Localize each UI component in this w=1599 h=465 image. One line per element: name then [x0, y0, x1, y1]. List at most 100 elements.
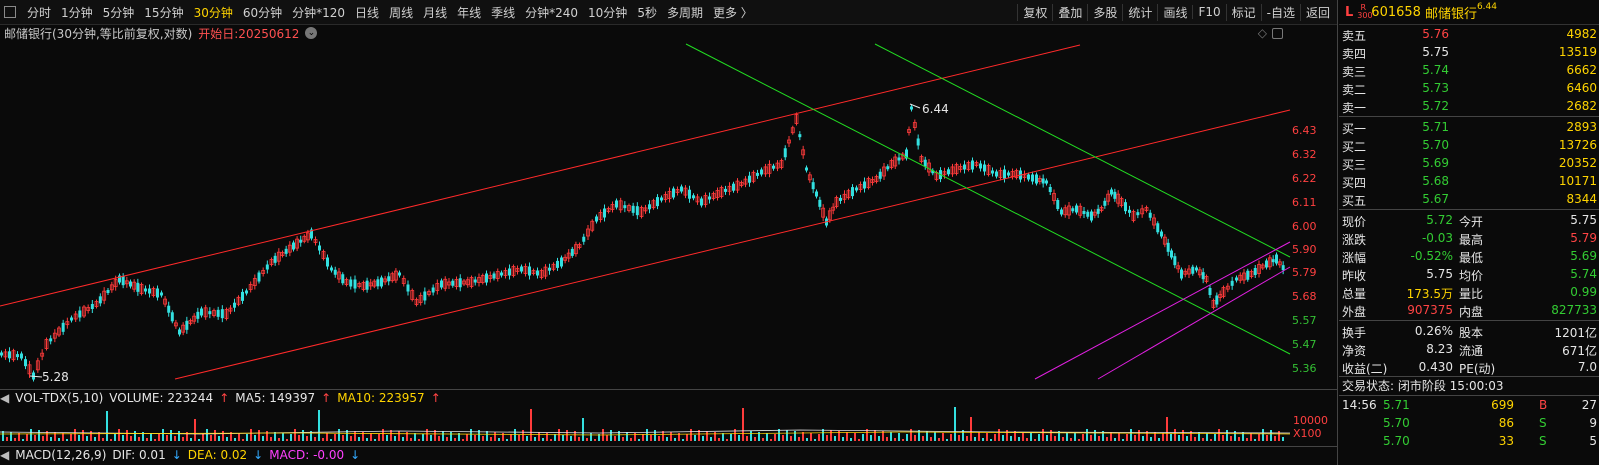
- stat-label: 量比: [1459, 287, 1484, 301]
- order-book-row[interactable]: 卖二 5.73 6460: [1339, 79, 1599, 97]
- volume-bar: [126, 430, 128, 441]
- period-tab[interactable]: 多周期: [662, 4, 708, 21]
- period-tab[interactable]: 5分钟: [98, 4, 140, 21]
- candle-body: [548, 267, 551, 271]
- volume-bar: [810, 433, 812, 441]
- volume-bar: [74, 429, 76, 441]
- period-tab[interactable]: 年线: [452, 4, 486, 21]
- macd-indicator-name[interactable]: MACD(12,26,9): [15, 448, 112, 462]
- candle-body: [798, 134, 802, 138]
- period-tab[interactable]: 季线: [486, 4, 520, 21]
- tool-button[interactable]: -自选: [1260, 3, 1300, 21]
- order-book-row[interactable]: 买三 5.69 20352: [1339, 154, 1599, 172]
- tool-button[interactable]: 返回: [1299, 3, 1335, 21]
- volume-bar: [482, 436, 484, 441]
- period-tab[interactable]: 分钟*120: [287, 4, 350, 21]
- stat-row: 总量 173.5万 量比 0.99: [1339, 283, 1599, 301]
- volume-bar: [814, 439, 816, 441]
- order-book-row[interactable]: 买二 5.70 13726: [1339, 136, 1599, 154]
- stat-value: 5.69: [1570, 249, 1597, 263]
- order-book-row[interactable]: 卖四 5.75 13519: [1339, 43, 1599, 61]
- volume-bar: [870, 435, 872, 441]
- volume-bar: [194, 419, 196, 441]
- volume-bar: [794, 431, 796, 441]
- candle-body: [0, 352, 3, 356]
- toggle-checkbox[interactable]: [4, 6, 16, 18]
- candle-body: [160, 292, 163, 296]
- volume-bar: [1134, 435, 1136, 441]
- tool-button[interactable]: 多股: [1087, 3, 1122, 21]
- tool-button[interactable]: 复权: [1017, 3, 1052, 21]
- volume-bar: [258, 430, 260, 441]
- volume-bar: [150, 433, 152, 441]
- volume-bar: [62, 433, 64, 441]
- volume-bar: [102, 438, 104, 441]
- level-price: 5.71: [1422, 120, 1449, 134]
- candle-body: [423, 291, 427, 301]
- volume-bar: [94, 437, 96, 441]
- dea-value: DEA: 0.02: [187, 448, 248, 462]
- volume-bar: [726, 439, 728, 441]
- period-tab[interactable]: 更多 〉: [708, 4, 758, 21]
- volume-bar: [306, 436, 308, 441]
- volume-bar: [430, 435, 432, 441]
- candle-body: [1056, 200, 1060, 209]
- level-price: 5.68: [1422, 174, 1449, 188]
- level-label: 买二: [1342, 140, 1367, 154]
- volume-bar: [1254, 439, 1256, 441]
- volume-unit: X100: [1293, 427, 1322, 440]
- period-tab[interactable]: 30分钟: [189, 4, 238, 21]
- volume-bar: [90, 431, 92, 441]
- dropdown-icon[interactable]: ◀: [0, 448, 15, 462]
- volume-bar: [570, 436, 572, 441]
- stat-label: 净资: [1342, 344, 1367, 358]
- period-tab[interactable]: 10分钟: [583, 4, 632, 21]
- volume-bar: [746, 436, 748, 441]
- order-book-row[interactable]: 买五 5.67 8344: [1339, 190, 1599, 208]
- volume-bar: [626, 432, 628, 441]
- volume-bar: [690, 429, 692, 441]
- level-price: 5.76: [1422, 27, 1449, 41]
- tool-button[interactable]: 画线: [1157, 3, 1192, 21]
- order-book-row[interactable]: 卖三 5.74 6662: [1339, 61, 1599, 79]
- period-tab[interactable]: 5秒: [632, 4, 662, 21]
- period-tab[interactable]: 分钟*240: [520, 4, 583, 21]
- volume-indicator-name[interactable]: VOL-TDX(5,10): [15, 391, 109, 405]
- order-book-row[interactable]: 卖一 5.72 2682: [1339, 97, 1599, 115]
- candle-body: [508, 268, 511, 276]
- volume-bar: [22, 439, 24, 441]
- tool-button[interactable]: 统计: [1122, 3, 1157, 21]
- candle-body: [1035, 174, 1038, 184]
- tool-button[interactable]: F10: [1192, 5, 1225, 19]
- period-tab[interactable]: 日线: [350, 4, 384, 21]
- dropdown-icon[interactable]: ◀: [0, 391, 15, 405]
- period-tab[interactable]: 15分钟: [139, 4, 188, 21]
- candle-body: [1201, 272, 1205, 280]
- order-book-row[interactable]: 买一 5.71 2893: [1339, 118, 1599, 136]
- volume-bar: [122, 435, 124, 441]
- tool-button[interactable]: 叠加: [1052, 3, 1087, 21]
- period-tab[interactable]: 60分钟: [238, 4, 287, 21]
- order-book-row[interactable]: 卖五 5.76 4982: [1339, 25, 1599, 43]
- volume-bar: [50, 437, 52, 441]
- period-tab[interactable]: 周线: [384, 4, 418, 21]
- candle-body: [265, 264, 269, 270]
- period-tab[interactable]: 1分钟: [56, 4, 98, 21]
- volume-bar: [470, 429, 472, 441]
- period-tab[interactable]: 分时: [22, 4, 56, 21]
- volume-bar: [374, 439, 376, 441]
- volume-bar: [394, 436, 396, 441]
- volume-bar: [778, 429, 780, 441]
- volume-bar: [1106, 437, 1108, 441]
- volume-bar: [874, 430, 876, 441]
- volume-bar: [214, 430, 216, 441]
- period-tab[interactable]: 月线: [418, 4, 452, 21]
- tool-buttons: 复权 叠加 多股 统计 画线 F10 标记 -自选 返回: [1017, 0, 1335, 24]
- level-label: 买四: [1342, 176, 1367, 190]
- order-book-row[interactable]: 买四 5.68 10171: [1339, 172, 1599, 190]
- stat-row: 换手 0.26% 股本 1201亿: [1339, 322, 1599, 340]
- level-label: 卖五: [1342, 29, 1367, 43]
- volume-bar: [266, 431, 268, 441]
- tool-button[interactable]: 标记: [1225, 3, 1261, 21]
- volume-bar: [702, 436, 704, 441]
